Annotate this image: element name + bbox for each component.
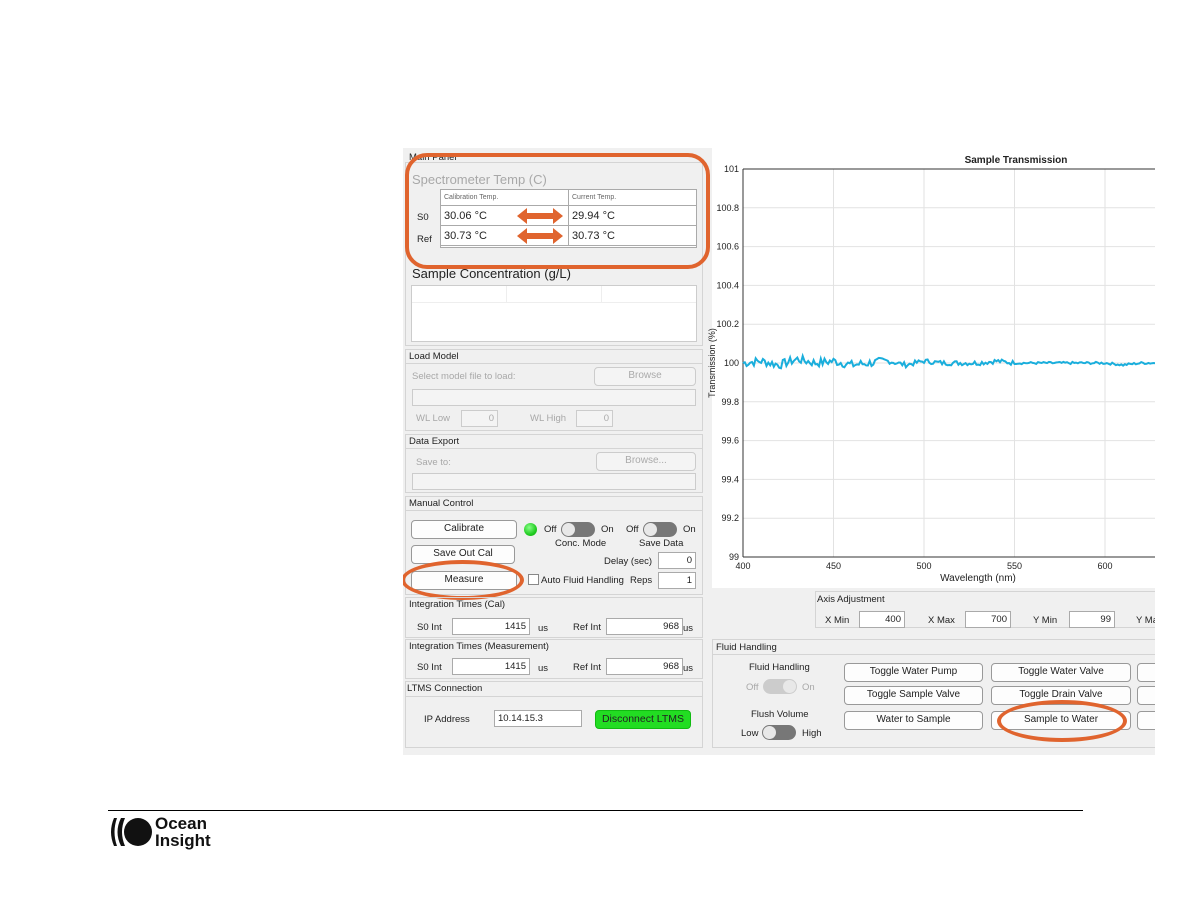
series-line (742, 352, 1155, 370)
data-export-browse-button[interactable]: Browse... (596, 452, 696, 471)
ip-address-input[interactable]: 10.14.15.3 (494, 710, 582, 727)
x-tick-label: 500 (916, 561, 931, 571)
x-min-input[interactable]: 400 (859, 611, 905, 628)
data-export-title: Data Export (409, 436, 460, 447)
wl-high-input[interactable]: 0 (576, 410, 613, 427)
auto-fluid-checkbox[interactable] (528, 574, 539, 585)
x-axis-label: Wavelength (nm) (940, 573, 1016, 584)
meas-s0-int-input[interactable]: 1415 (452, 658, 530, 675)
x-tick-label: 450 (826, 561, 841, 571)
manual-control-title: Manual Control (409, 498, 474, 509)
ltms-title: LTMS Connection (407, 683, 483, 694)
y-tick-label: 99.2 (721, 513, 739, 523)
disconnect-ltms-button[interactable]: Disconnect LTMS (595, 710, 691, 729)
fluid-handling-toggle[interactable] (763, 679, 797, 694)
status-lamp (524, 523, 537, 536)
extra-button[interactable] (1137, 711, 1155, 730)
application-window: Main Panel Spectrometer Temp (C) S0 Ref … (403, 148, 1155, 755)
x-tick-label: 400 (735, 561, 750, 571)
chart-title: Sample Transmission (965, 155, 1068, 166)
toggle-water-pump-button[interactable]: Toggle Water Pump (844, 663, 983, 682)
load-model-prompt: Select model file to load: (412, 371, 516, 382)
y-min-input[interactable]: 99 (1069, 611, 1115, 628)
y-tick-label: 100.6 (716, 242, 739, 252)
delay-input[interactable]: 0 (658, 552, 696, 569)
annotation-highlight (405, 153, 710, 269)
ocean-insight-logo (111, 818, 152, 846)
model-file-field[interactable] (412, 389, 696, 406)
y-axis-label: Transmission (%) (707, 328, 717, 398)
y-tick-label: 99.8 (721, 397, 739, 407)
concentration-table (411, 285, 697, 342)
y-tick-label: 100.2 (716, 319, 739, 329)
footer-rule (108, 810, 1083, 811)
load-model-browse-button[interactable]: Browse (594, 367, 696, 386)
y-tick-label: 99.6 (721, 436, 739, 446)
extra-button[interactable] (1137, 663, 1155, 682)
int-cal-title: Integration Times (Cal) (409, 599, 506, 610)
conc-mode-toggle[interactable] (561, 522, 595, 537)
cal-s0-int-input[interactable]: 1415 (452, 618, 530, 635)
meas-ref-int-input[interactable]: 968 (606, 658, 683, 675)
reps-input[interactable]: 1 (658, 572, 696, 589)
toggle-sample-valve-button[interactable]: Toggle Sample Valve (844, 686, 983, 705)
fluid-handling-title: Fluid Handling (716, 642, 777, 653)
toggle-water-valve-button[interactable]: Toggle Water Valve (991, 663, 1131, 682)
annotation-highlight (997, 700, 1127, 742)
transmission-chart: 9999.299.499.699.8100100.2100.4100.6100.… (707, 155, 1155, 584)
x-tick-label: 600 (1097, 561, 1112, 571)
axis-adjustment-title: Axis Adjustment (817, 594, 885, 605)
y-tick-label: 99.4 (721, 474, 739, 484)
brand-wordmark: Ocean Insight (155, 814, 211, 850)
x-max-input[interactable]: 700 (965, 611, 1011, 628)
int-meas-title: Integration Times (Measurement) (409, 641, 549, 652)
flush-volume-toggle[interactable] (762, 725, 796, 740)
y-tick-label: 100.4 (716, 280, 739, 290)
save-data-toggle[interactable] (643, 522, 677, 537)
save-path-field[interactable] (412, 473, 696, 490)
wl-low-input[interactable]: 0 (461, 410, 498, 427)
y-tick-label: 100 (724, 358, 739, 368)
calibrate-button[interactable]: Calibrate (411, 520, 517, 539)
annotation-highlight (403, 560, 524, 600)
cal-ref-int-input[interactable]: 968 (606, 618, 683, 635)
x-tick-label: 550 (1007, 561, 1022, 571)
extra-button[interactable] (1137, 686, 1155, 705)
load-model-title: Load Model (409, 351, 459, 362)
y-tick-label: 100.8 (716, 203, 739, 213)
y-tick-label: 101 (724, 164, 739, 174)
water-to-sample-button[interactable]: Water to Sample (844, 711, 983, 730)
